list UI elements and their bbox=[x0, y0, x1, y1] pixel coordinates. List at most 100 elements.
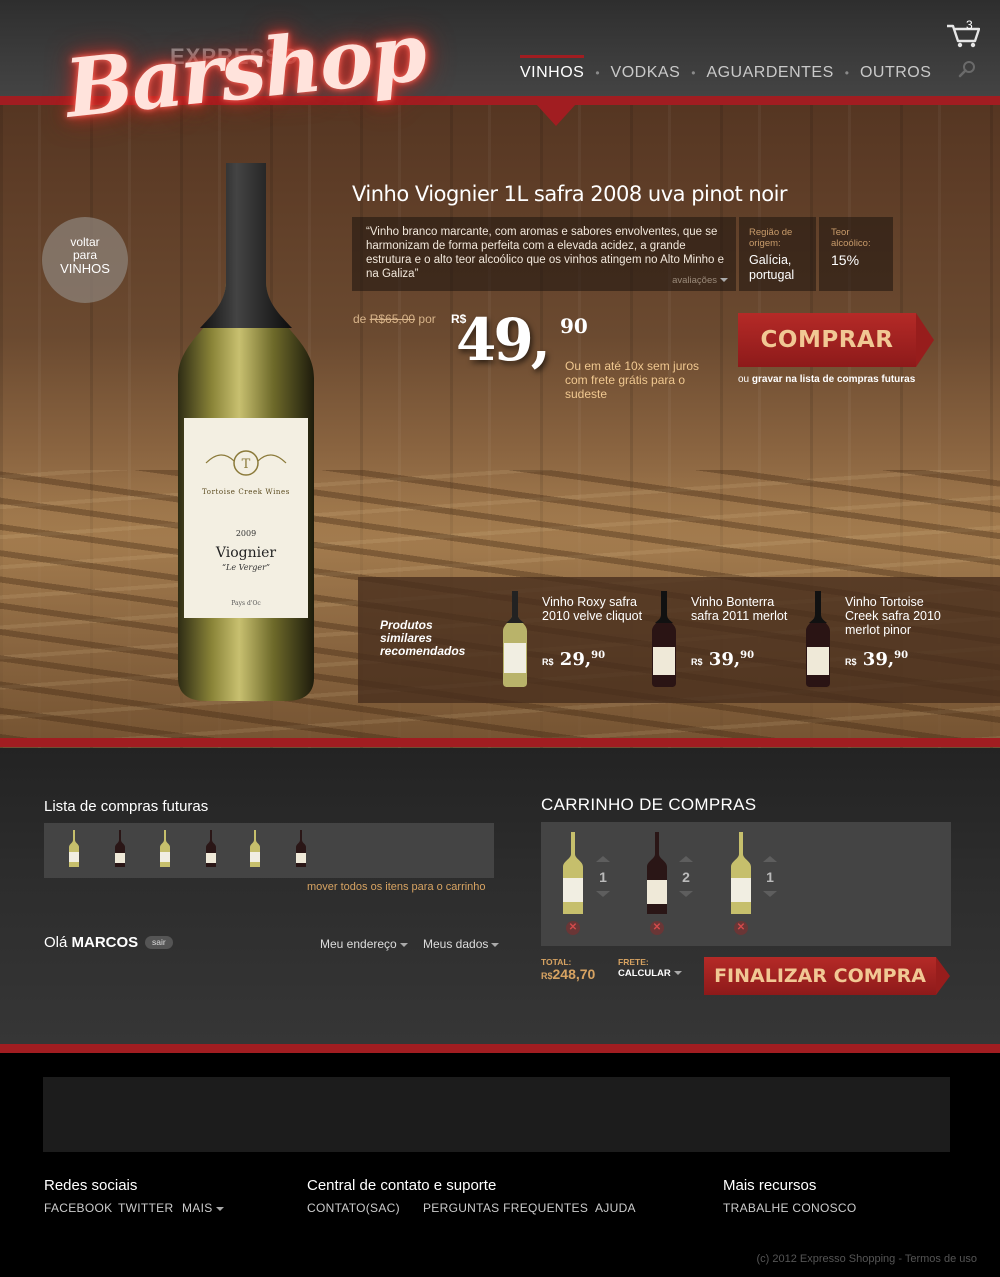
my-data-dropdown[interactable]: Meus dados bbox=[423, 937, 500, 951]
price-cents: 90 bbox=[740, 650, 755, 661]
wine-bottle-icon bbox=[503, 591, 527, 687]
quantity-decrease-button[interactable] bbox=[763, 891, 777, 897]
move-all-to-cart-link[interactable]: mover todos os itens para o carrinho bbox=[307, 881, 486, 893]
origin-label: Região de origem: bbox=[749, 227, 793, 249]
price-currency: R$ bbox=[691, 657, 703, 667]
nav-item-vodkas[interactable]: VODKAS bbox=[611, 64, 681, 82]
footer-banner bbox=[43, 1077, 950, 1152]
product-bottle-image: T bbox=[178, 163, 314, 701]
price-integer: 49, bbox=[456, 306, 551, 374]
back-to-wines-button[interactable]: voltar para VINHOS bbox=[42, 217, 128, 303]
similar-product-name: Vinho Roxy safra 2010 velve cliquot bbox=[542, 595, 643, 623]
alcohol-value: 15% bbox=[831, 252, 860, 268]
chevron-down-icon bbox=[215, 1206, 224, 1211]
freight-value: CALCULAR bbox=[618, 968, 671, 979]
wishlist-item[interactable] bbox=[206, 830, 216, 868]
similar-product-name: Vinho Tortoise Creek safra 2010 merlot p… bbox=[845, 595, 941, 637]
remove-item-button[interactable]: ✕ bbox=[650, 921, 664, 935]
wine-bottle-icon bbox=[647, 832, 667, 914]
nav-separator: • bbox=[844, 66, 849, 80]
total-amount: 248,70 bbox=[552, 966, 596, 982]
bottle-label-year: 2009 bbox=[235, 529, 257, 538]
add-to-wishlist-link[interactable]: gravar na lista de compras futuras bbox=[752, 374, 915, 385]
wine-bottle-icon bbox=[563, 832, 583, 914]
quantity-decrease-button[interactable] bbox=[596, 891, 610, 897]
checkout-button-arrow bbox=[936, 957, 950, 995]
price-integer: 29, bbox=[559, 649, 592, 670]
back-label-category: VINHOS bbox=[60, 261, 110, 276]
footer-link-facebook[interactable]: FACEBOOK bbox=[44, 1201, 112, 1215]
price-integer: 39, bbox=[708, 649, 741, 670]
chevron-down-icon bbox=[720, 278, 728, 283]
total-currency: R$ bbox=[541, 971, 553, 981]
wine-bottle-icon bbox=[731, 832, 751, 914]
quantity-decrease-button[interactable] bbox=[679, 891, 693, 897]
wishlist-line: ou gravar na lista de compras futuras bbox=[738, 374, 915, 385]
old-price-value: R$65,00 bbox=[369, 312, 416, 326]
quantity-value: 1 bbox=[599, 869, 607, 885]
my-data-label: Meus dados bbox=[423, 937, 489, 951]
wishlist-item[interactable] bbox=[160, 830, 170, 868]
footer-divider bbox=[0, 1044, 1000, 1053]
reviews-toggle[interactable]: avaliações bbox=[672, 274, 728, 288]
buy-button-arrow bbox=[916, 313, 934, 367]
wine-bottle-icon bbox=[652, 591, 676, 687]
nav-separator: • bbox=[595, 66, 600, 80]
alcohol-info: Teor alcoólico: 15% bbox=[819, 217, 893, 291]
wishlist-item[interactable] bbox=[250, 830, 260, 868]
wishlist-item[interactable] bbox=[69, 830, 79, 868]
nav-item-aguardentes[interactable]: AGUARDENTES bbox=[706, 64, 833, 82]
product-title: Vinho Viognier 1L safra 2008 uva pinot n… bbox=[352, 182, 788, 206]
footer-more-dropdown[interactable]: MAIS bbox=[182, 1201, 224, 1215]
origin-info: Região de origem: Galícia, portugal bbox=[739, 217, 816, 291]
quantity-increase-button[interactable] bbox=[679, 856, 693, 862]
chevron-down-icon bbox=[673, 971, 682, 976]
footer-link-more: MAIS bbox=[182, 1201, 213, 1215]
checkout-button[interactable]: FINALIZAR COMPRA bbox=[704, 957, 950, 995]
old-price: de R$65,00 por bbox=[353, 312, 436, 326]
description-text: “Vinho branco marcante, com aromas e sab… bbox=[366, 226, 724, 280]
quantity-value: 2 bbox=[682, 869, 690, 885]
bottle-label-origin: Pays d'Oc bbox=[231, 600, 261, 607]
wine-bottle-icon bbox=[806, 591, 830, 687]
footer-link-help[interactable]: AJUDA bbox=[595, 1201, 636, 1215]
user-name: MARCOS bbox=[71, 934, 139, 951]
quantity-increase-button[interactable] bbox=[596, 856, 610, 862]
remove-item-button[interactable]: ✕ bbox=[734, 921, 748, 935]
footer-link-faq[interactable]: PERGUNTAS FREQUENTES bbox=[423, 1201, 588, 1215]
price-cents: 90 bbox=[894, 650, 909, 661]
nav-item-vinhos[interactable]: VINHOS bbox=[520, 55, 585, 82]
logout-button[interactable]: sair bbox=[145, 936, 173, 949]
calculate-freight-dropdown[interactable]: CALCULAR bbox=[618, 968, 682, 979]
price-currency: R$ bbox=[845, 657, 857, 667]
bottle-label-name: Viognier bbox=[215, 545, 277, 561]
footer-contact-title: Central de contato e suporte bbox=[307, 1177, 497, 1194]
freight-label: FRETE: bbox=[618, 957, 649, 967]
search-icon[interactable] bbox=[958, 60, 976, 78]
main-nav: VINHOS • VODKAS • AGUARDENTES • OUTROS bbox=[520, 55, 931, 82]
wishlist-item[interactable] bbox=[115, 830, 125, 868]
copyright-text[interactable]: (c) 2012 Expresso Shopping - Termos de u… bbox=[756, 1253, 977, 1265]
remove-item-button[interactable]: ✕ bbox=[566, 921, 580, 935]
cart-count-badge: 3 bbox=[966, 18, 973, 32]
price-integer: 39, bbox=[862, 649, 895, 670]
installments-info: Ou em até 10x sem juros com frete grátis… bbox=[565, 359, 700, 401]
reviews-label: avaliações bbox=[672, 275, 717, 286]
buy-button[interactable]: COMPRAR bbox=[738, 313, 934, 367]
footer-more-title: Mais recursos bbox=[723, 1177, 817, 1194]
similar-products-panel: Produtos similares recomendados Vinho Ro… bbox=[358, 577, 1000, 703]
chevron-down-icon bbox=[399, 942, 408, 947]
footer-social-title: Redes sociais bbox=[44, 1177, 138, 1194]
nav-item-outros[interactable]: OUTROS bbox=[860, 64, 931, 82]
alcohol-label: Teor alcoólico: bbox=[831, 227, 871, 249]
footer-link-twitter[interactable]: TWITTER bbox=[118, 1201, 173, 1215]
my-address-dropdown[interactable]: Meu endereço bbox=[320, 937, 408, 951]
cart-icon[interactable] bbox=[946, 18, 980, 48]
old-price-suffix: por bbox=[418, 312, 436, 326]
footer-link-contact[interactable]: CONTATO(SAC) bbox=[307, 1201, 400, 1215]
quantity-increase-button[interactable] bbox=[763, 856, 777, 862]
greeting-text: Olá bbox=[44, 934, 68, 951]
wishlist-item[interactable] bbox=[296, 830, 306, 868]
footer-link-careers[interactable]: TRABALHE CONOSCO bbox=[723, 1201, 857, 1215]
wishlist-tray bbox=[44, 823, 494, 878]
